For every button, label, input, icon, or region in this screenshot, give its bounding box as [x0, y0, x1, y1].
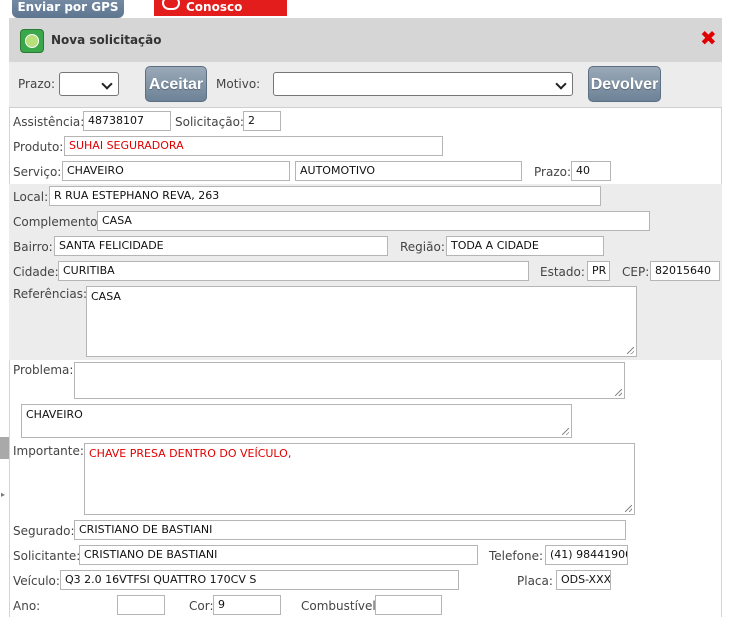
regiao-field[interactable]: TODA A CIDADE — [446, 236, 604, 256]
expand-arrow-icon[interactable]: ▸ — [1, 490, 5, 499]
local-label: Local: — [13, 190, 49, 204]
servico-type-field[interactable]: AUTOMOTIVO — [295, 161, 522, 181]
send-by-gps-button[interactable]: Enviar por GPS — [12, 0, 124, 18]
combustivel-field[interactable] — [375, 595, 442, 615]
servico-prazo-field[interactable]: 40 — [571, 161, 611, 181]
solicitante-field[interactable]: CRISTIANO DE BASTIANI — [79, 545, 478, 565]
complemento-label: Complemento: — [13, 215, 102, 229]
referencias-label: Referências: — [13, 287, 88, 301]
cidade-label: Cidade: — [13, 265, 59, 279]
referencias-textarea[interactable]: CASA — [86, 286, 637, 357]
return-button[interactable]: Devolver — [588, 66, 661, 102]
combustivel-label: Combustível: — [301, 599, 380, 613]
assistencia-field[interactable]: 48738107 — [83, 111, 171, 131]
segurado-field[interactable]: CRISTIANO DE BASTIANI — [74, 520, 626, 540]
cep-field[interactable]: 82015640 — [650, 261, 720, 281]
solicitante-label: Solicitante: — [13, 549, 81, 563]
placa-label: Placa: — [517, 574, 553, 588]
servico-prazo-label: Prazo: — [534, 165, 571, 179]
telefone-field[interactable]: (41) 984419000 — [545, 545, 628, 565]
contact-us-button[interactable]: Conosco — [154, 0, 287, 16]
estado-label: Estado: — [540, 265, 585, 279]
estado-field[interactable]: PR — [587, 261, 610, 281]
solicitacao-label: Solicitação: — [175, 115, 244, 129]
regiao-label: Região: — [400, 240, 445, 254]
problema-label: Problema: — [13, 363, 74, 377]
cor-label: Cor: — [189, 599, 214, 613]
ano-field[interactable] — [117, 595, 165, 615]
bairro-label: Bairro: — [13, 240, 53, 254]
segurado-label: Segurado: — [13, 524, 75, 538]
chat-bubble-icon — [162, 0, 180, 10]
contact-us-label: Conosco — [186, 0, 243, 14]
veiculo-label: Veículo: — [13, 574, 60, 588]
accept-button[interactable]: Aceitar — [145, 66, 207, 102]
servico-field[interactable]: CHAVEIRO — [62, 161, 290, 181]
map-globe-icon — [20, 29, 44, 53]
bairro-field[interactable]: SANTA FELICIDADE — [54, 236, 388, 256]
problema-textarea[interactable] — [74, 362, 625, 399]
prazo-select[interactable] — [59, 72, 119, 96]
assistencia-label: Assistência: — [13, 115, 85, 129]
cep-label: CEP: — [622, 265, 650, 279]
produto-field[interactable]: SUHAI SEGURADORA — [64, 136, 443, 156]
telefone-label: Telefone: — [489, 549, 543, 563]
motivo-select-label: Motivo: — [216, 77, 261, 91]
motivo-select[interactable] — [273, 72, 573, 96]
veiculo-field[interactable]: Q3 2.0 16VTFSI QUATTRO 170CV S — [60, 570, 459, 590]
cor-field[interactable]: 9 — [213, 595, 281, 615]
complemento-field[interactable]: CASA — [97, 211, 650, 231]
side-panel-handle[interactable] — [0, 437, 9, 459]
importante-label: Importante: — [13, 444, 84, 458]
produto-label: Produto: — [13, 140, 64, 154]
local-field[interactable]: R RUA ESTEPHANO REVA, 263 — [49, 186, 601, 206]
ano-label: Ano: — [13, 599, 41, 613]
servico-label: Serviço: — [13, 165, 62, 179]
prazo-select-label: Prazo: — [18, 77, 55, 91]
problema-detail-textarea[interactable]: CHAVEIRO — [21, 404, 572, 438]
dialog-title: Nova solicitação — [51, 33, 162, 47]
solicitacao-field[interactable]: 2 — [243, 111, 281, 131]
placa-field[interactable]: ODS-XXXX — [556, 570, 611, 590]
cidade-field[interactable]: CURITIBA — [58, 261, 529, 281]
importante-textarea[interactable]: CHAVE PRESA DENTRO DO VEÍCULO, — [84, 443, 635, 515]
close-icon[interactable]: ✖ — [700, 28, 717, 48]
